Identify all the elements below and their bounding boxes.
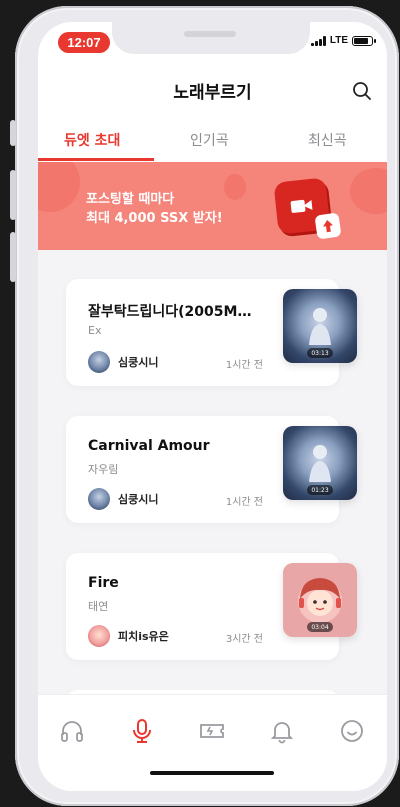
status-time: 12:07 <box>58 32 110 53</box>
duration-badge: 01:23 <box>307 485 333 495</box>
battery-icon <box>352 35 376 46</box>
nav-listen[interactable] <box>58 717 86 745</box>
nav-notifications[interactable] <box>268 717 296 745</box>
banner-text-line2: 최대 4,000 SSX 받자! <box>86 211 223 226</box>
video-camera-icon <box>290 199 313 213</box>
bell-icon <box>270 722 294 744</box>
banner-decoration <box>350 168 387 214</box>
mute-switch <box>10 120 16 146</box>
user-info: 심쿵시니 <box>88 351 158 373</box>
song-thumbnail[interactable]: 01:23 <box>283 426 357 500</box>
notch <box>112 22 310 54</box>
search-button[interactable] <box>351 80 373 102</box>
search-icon <box>353 82 371 100</box>
posted-time: 1시간 전 <box>225 360 263 371</box>
smile-icon <box>341 720 363 742</box>
nav-sing[interactable] <box>128 717 156 745</box>
status-indicators: LTE <box>310 35 376 46</box>
song-title: Carnival Amour <box>88 438 210 454</box>
duet-card[interactable]: Carnival Amour 자우림 심쿵시니 1시간 전 01:23 <box>66 416 357 523</box>
home-indicator <box>150 771 274 775</box>
user-name: 심쿵시니 <box>118 493 159 506</box>
banner-text-line1: 포스팅할 때마다 <box>86 192 175 207</box>
promo-banner[interactable]: 포스팅할 때마다 최대 4,000 SSX 받자! <box>38 162 387 250</box>
volume-down-button <box>10 232 16 282</box>
bottom-nav <box>38 694 387 791</box>
tab-duet-invite[interactable]: 듀엣 초대 <box>64 130 120 150</box>
nav-ticket[interactable] <box>198 717 226 745</box>
tab-popular[interactable]: 인기곡 <box>190 130 229 150</box>
duration-badge: 03:13 <box>307 348 333 358</box>
signal-icon <box>310 35 326 46</box>
ticket-icon <box>200 724 224 738</box>
headphones-icon <box>61 721 83 742</box>
song-thumbnail[interactable]: 03:13 <box>283 289 357 363</box>
user-info: 심쿵시니 <box>88 488 158 510</box>
avatar <box>88 351 110 373</box>
user-name: 심쿵시니 <box>118 356 159 369</box>
duration-badge: 03:04 <box>307 622 333 632</box>
upload-arrow-icon <box>314 212 342 240</box>
banner-decoration <box>224 174 246 200</box>
app-header: 노래부르기 <box>38 72 387 108</box>
volume-up-button <box>10 170 16 220</box>
avatar <box>88 488 110 510</box>
user-name: 피치is유은 <box>118 630 169 643</box>
microphone-icon <box>133 719 151 743</box>
song-artist: 자우림 <box>88 463 119 476</box>
song-artist: Ex <box>88 324 102 337</box>
avatar <box>88 625 110 647</box>
duet-card[interactable]: Fire 태연 피치is유은 3시간 전 03:04 <box>66 553 357 660</box>
song-thumbnail[interactable]: 03:04 <box>283 563 357 637</box>
duet-card[interactable]: 잘부탁드립니다(2005M… Ex 심쿵시니 1시간 전 03:13 <box>66 279 357 386</box>
category-tabs: 듀엣 초대 인기곡 최신곡 <box>38 122 387 162</box>
song-artist: 태연 <box>88 600 109 613</box>
nav-profile[interactable] <box>338 717 366 745</box>
page-title: 노래부르기 <box>173 83 252 103</box>
network-label: LTE <box>329 35 348 46</box>
posted-time: 1시간 전 <box>225 497 263 508</box>
song-title: Fire <box>88 575 119 591</box>
banner-decoration <box>38 162 80 212</box>
tab-latest[interactable]: 최신곡 <box>308 130 347 150</box>
posted-time: 3시간 전 <box>225 634 263 645</box>
active-tab-indicator <box>38 158 154 161</box>
user-info: 피치is유은 <box>88 625 169 647</box>
song-title: 잘부탁드립니다(2005M… <box>88 304 252 320</box>
screen: 12:07 LTE 노래부르기 듀엣 초대 인기곡 최신곡 포스팅할 때마다 최… <box>38 22 387 791</box>
